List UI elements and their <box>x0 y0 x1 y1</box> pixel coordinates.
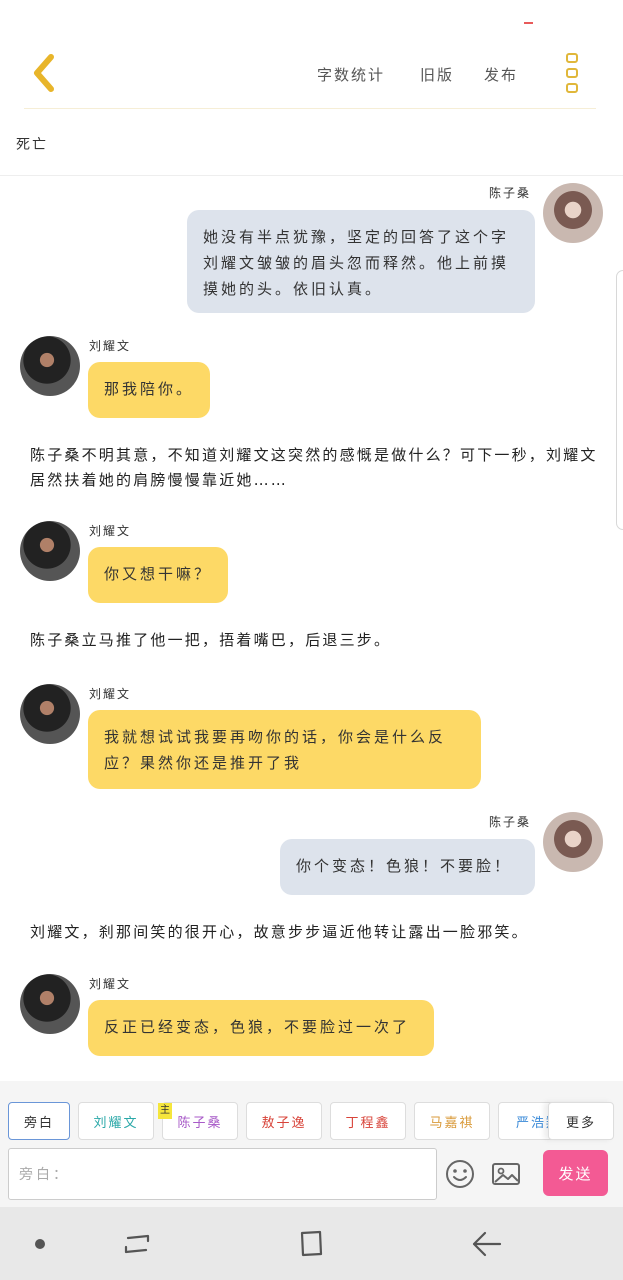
message-bubble[interactable]: 那我陪你。 <box>88 362 211 418</box>
back-button[interactable] <box>18 48 68 98</box>
message-bubble[interactable]: 反正已经变态，色狼，不要脸过一次了 <box>88 1000 434 1056</box>
narration-text[interactable]: 陈子桑立马推了他一把，捂着嘴巴，后退三步。 <box>30 628 600 653</box>
main-role-badge: 主 <box>158 1103 172 1119</box>
scroll-indicator[interactable] <box>616 270 623 530</box>
message-bubble[interactable]: 她没有半点犹豫，坚定的回答了这个字 刘耀文皱皱的眉头忽而释然。他上前摸 摸她的头… <box>187 210 535 313</box>
message-input[interactable]: 旁白： <box>8 1148 437 1200</box>
speaker-name: 刘耀文 <box>89 977 132 991</box>
image-icon <box>492 1163 520 1185</box>
avatar[interactable] <box>20 521 80 581</box>
home-icon[interactable] <box>298 1229 326 1259</box>
speaker-name: 刘耀文 <box>89 339 132 353</box>
recent-apps-icon[interactable] <box>122 1230 152 1258</box>
narration-text[interactable]: 刘耀文，刹那间笑的很开心，故意步步逼近他转让露出一脸邪笑。 <box>30 920 600 945</box>
narration-text[interactable]: 陈子桑不明其意，不知道刘耀文这突然的感慨是做什么？可下一秒，刘耀文居然扶着她的肩… <box>30 443 600 493</box>
message-bubble[interactable]: 我就想试试我要再吻你的话，你会是什么反 应？果然你还是推开了我 <box>88 710 481 789</box>
role-chip[interactable]: 丁程鑫 <box>330 1102 406 1140</box>
role-chip[interactable]: 马嘉祺 <box>414 1102 490 1140</box>
publish-link[interactable]: 发布 <box>484 64 518 85</box>
role-chip[interactable]: 刘耀文 <box>78 1102 154 1140</box>
dot-icon[interactable] <box>35 1239 45 1249</box>
speaker-name: 陈子桑 <box>489 186 532 200</box>
avatar[interactable] <box>20 684 80 744</box>
image-button[interactable] <box>490 1158 522 1190</box>
send-button[interactable]: 发送 <box>543 1150 608 1196</box>
message-bubble[interactable]: 你又想干嘛？ <box>88 547 229 603</box>
more-vertical-icon[interactable] <box>560 50 586 96</box>
header-divider <box>24 108 596 109</box>
avatar[interactable] <box>543 812 603 872</box>
role-chip[interactable]: 敖子逸 <box>246 1102 322 1140</box>
speaker-name: 刘耀文 <box>89 687 132 701</box>
speaker-name: 陈子桑 <box>489 815 532 829</box>
speaker-name: 刘耀文 <box>89 524 132 538</box>
emoji-icon <box>446 1160 474 1188</box>
avatar[interactable] <box>20 336 80 396</box>
old-version-link[interactable]: 旧版 <box>420 64 454 85</box>
message-bubble[interactable]: 你个变态！色狼！不要脸！ <box>280 839 535 895</box>
avatar[interactable] <box>20 974 80 1034</box>
status-indicator <box>524 22 533 24</box>
chevron-left-icon <box>34 54 54 92</box>
avatar[interactable] <box>543 183 603 243</box>
back-arrow-icon[interactable] <box>471 1229 503 1259</box>
role-chip[interactable]: 陈子桑 <box>162 1102 238 1140</box>
word-count-link[interactable]: 字数统计 <box>317 64 385 85</box>
role-chip-narrator[interactable]: 旁白 <box>8 1102 70 1140</box>
emoji-button[interactable] <box>444 1158 476 1190</box>
more-roles-button[interactable]: 更多 <box>548 1102 614 1140</box>
chapter-title[interactable]: 死亡 <box>16 134 48 154</box>
title-divider <box>0 175 623 176</box>
